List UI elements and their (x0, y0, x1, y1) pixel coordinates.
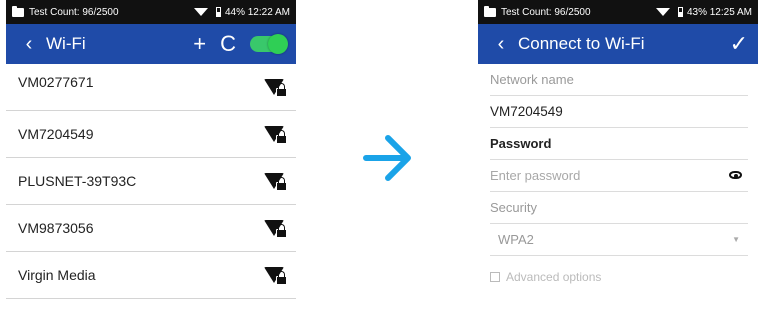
advanced-options-checkbox[interactable]: Advanced options (490, 256, 748, 284)
refresh-button[interactable]: C (220, 33, 236, 55)
transition-arrow-icon (362, 128, 414, 188)
network-name-label: Network name (490, 64, 748, 96)
network-name: VM9873056 (18, 220, 94, 236)
test-count: Test Count: 96/2500 (501, 6, 591, 18)
battery-time: 43% 12:25 AM (686, 6, 752, 18)
security-label: Security (490, 192, 748, 224)
network-item[interactable]: VM0277671 (6, 64, 296, 111)
folder-icon (12, 5, 24, 17)
app-bar: ‹ Connect to Wi-Fi ✓ (478, 24, 758, 64)
page-title: Connect to Wi-Fi (518, 34, 645, 53)
battery-time: 44% 12:22 AM (224, 6, 290, 18)
show-password-eye-icon[interactable] (729, 171, 742, 179)
page-title: Wi-Fi (46, 34, 86, 53)
wifi-locked-icon (262, 171, 287, 191)
network-name: VM7204549 (18, 126, 94, 142)
battery-icon (215, 7, 221, 17)
network-item[interactable]: PLUSNET-39T93C (6, 158, 296, 205)
wifi-list-screen: Test Count: 96/2500 44% 12:22 AM ‹ Wi-Fi… (6, 0, 296, 320)
password-input[interactable]: Enter password (490, 160, 748, 192)
wifi-locked-icon (262, 77, 287, 97)
password-placeholder: Enter password (490, 168, 581, 183)
network-name: PLUSNET-39T93C (18, 173, 137, 189)
wifi-locked-icon (262, 265, 287, 285)
network-name: Virgin Media (18, 267, 96, 283)
status-bar: Test Count: 96/2500 44% 12:22 AM (6, 0, 296, 24)
confirm-button[interactable]: ✓ (730, 33, 748, 55)
back-button[interactable]: ‹ (16, 33, 42, 56)
wifi-toggle[interactable] (250, 34, 288, 54)
password-label: Password (490, 128, 748, 160)
status-bar: Test Count: 96/2500 43% 12:25 AM (478, 0, 758, 24)
network-name-field[interactable]: VM7204549 (490, 96, 748, 128)
connect-wifi-screen: Test Count: 96/2500 43% 12:25 AM ‹ Conne… (478, 0, 758, 320)
test-count: Test Count: 96/2500 (29, 6, 119, 18)
network-name: VM0277671 (18, 74, 94, 90)
folder-icon (484, 5, 496, 17)
network-item[interactable]: VM9873056 (6, 205, 296, 252)
connect-form: Network name VM7204549 Password Enter pa… (478, 64, 758, 284)
add-network-button[interactable]: + (193, 33, 206, 55)
security-value: WPA2 (498, 232, 534, 247)
network-item[interactable]: VM7204549 (6, 111, 296, 158)
back-button[interactable]: ‹ (488, 33, 514, 56)
network-item[interactable]: Virgin Media (6, 252, 296, 299)
wifi-locked-icon (262, 124, 287, 144)
checkbox-icon (490, 272, 500, 282)
advanced-options-label: Advanced options (506, 270, 602, 284)
wifi-status-icon (655, 8, 670, 16)
app-bar: ‹ Wi-Fi + C (6, 24, 296, 64)
network-list: VM0277671 VM7204549 PLUSNET-39T93C VM987… (6, 64, 296, 299)
chevron-down-icon: ▼ (732, 235, 740, 244)
wifi-locked-icon (262, 218, 287, 238)
wifi-status-icon (193, 8, 208, 16)
battery-icon (677, 7, 683, 17)
security-select[interactable]: WPA2 ▼ (490, 224, 748, 256)
